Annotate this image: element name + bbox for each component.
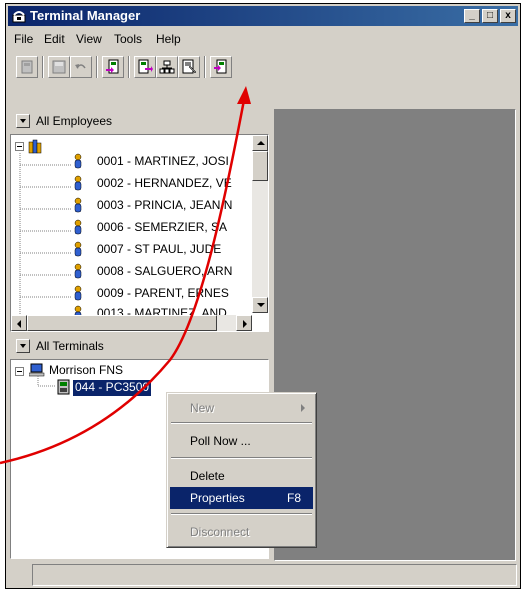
menu-properties-label: Properties — [190, 491, 245, 505]
menu-delete-label: Delete — [190, 469, 225, 483]
terminal-tool-button[interactable] — [16, 56, 38, 78]
employee-export-icon — [106, 59, 119, 74]
scroll-up-button[interactable] — [252, 135, 268, 151]
employee-row[interactable]: 0008 - SALGUERO, ARN — [11, 263, 252, 281]
tree-lines — [37, 376, 55, 387]
menu-help[interactable]: Help — [156, 32, 181, 46]
window-title: Terminal Manager — [30, 8, 141, 23]
employee-row[interactable]: 0009 - PARENT, ERNES — [11, 285, 252, 303]
scroll-right-button[interactable] — [236, 315, 252, 331]
employee-label: 0002 - HERNANDEZ, VE — [97, 176, 232, 190]
employees-dropdown-button[interactable] — [16, 114, 30, 128]
employee-export-tool-button[interactable] — [102, 56, 124, 78]
menu-separator — [171, 457, 312, 459]
employee-tree[interactable]: 0001 - MARTINEZ, JOSI 0002 - HERNANDEZ, V… — [10, 134, 269, 332]
employee-label: 0008 - SALGUERO, ARN — [97, 264, 233, 278]
collapse-toggle[interactable] — [15, 142, 24, 151]
menu-poll-now-label: Poll Now ... — [190, 434, 251, 448]
network-icon — [159, 60, 175, 74]
person-icon — [74, 197, 82, 213]
menu-tools[interactable]: Tools — [114, 32, 142, 46]
employee-label: 0001 - MARTINEZ, JOSI — [97, 154, 229, 168]
context-menu: New Poll Now ... Delete Properties F8 Di… — [166, 392, 317, 548]
employee-label: 0009 - PARENT, ERNES — [97, 286, 229, 300]
save-tool-button[interactable] — [48, 56, 70, 78]
toolbar-separator — [96, 56, 98, 78]
computer-icon — [29, 363, 45, 377]
employee-row[interactable]: 0007 - ST PAUL, JUDE — [11, 241, 252, 259]
terminal-device-icon — [57, 379, 70, 395]
employee-row[interactable]: 0001 - MARTINEZ, JOSI — [11, 153, 252, 171]
toolbar-separator — [42, 56, 44, 78]
terminal-refresh-icon — [138, 59, 153, 74]
person-icon — [74, 263, 82, 279]
employee-label: 0003 - PRINCIA, JEAN N — [97, 198, 233, 212]
h-scroll-thumb[interactable] — [27, 315, 217, 331]
properties-icon — [182, 59, 197, 74]
menu-disconnect-label: Disconnect — [190, 525, 250, 539]
toolbar-separator — [128, 56, 130, 78]
terminal-group-label[interactable]: Morrison FNS — [49, 363, 123, 379]
undo-icon — [75, 64, 86, 69]
terminals-panel-header: All Terminals — [10, 334, 269, 358]
scroll-left-button[interactable] — [11, 315, 27, 331]
employees-panel-title: All Employees — [36, 114, 113, 128]
employee-row[interactable]: 0006 - SEMERZIER, SA — [11, 219, 252, 237]
employees-panel-header: All Employees — [10, 109, 269, 133]
scroll-thumb[interactable] — [252, 151, 268, 181]
person-icon — [74, 175, 82, 191]
toolbar-separator — [204, 56, 206, 78]
employee-label: 0006 - SEMERZIER, SA — [97, 220, 228, 234]
phone-icon — [12, 11, 26, 23]
save-icon — [52, 60, 66, 74]
menu-separator — [171, 513, 312, 515]
menu-view[interactable]: View — [76, 32, 102, 46]
menu-edit[interactable]: Edit — [44, 32, 65, 46]
undo-tool-button[interactable] — [70, 56, 92, 78]
submenu-arrow-icon — [301, 404, 305, 412]
employee-row[interactable]: 0003 - PRINCIA, JEAN N — [11, 197, 252, 215]
menu-bar: File Edit View Tools Help — [8, 28, 518, 48]
menu-file[interactable]: File — [14, 32, 33, 46]
status-bar — [32, 564, 517, 586]
close-button[interactable]: x — [500, 9, 516, 23]
menu-poll-now[interactable]: Poll Now ... — [170, 430, 313, 452]
person-icon — [74, 153, 82, 169]
minimize-button[interactable]: _ — [464, 9, 480, 23]
title-bar: Terminal Manager _ □ x — [8, 6, 518, 26]
properties-tool-button[interactable] — [178, 56, 200, 78]
network-tool-button[interactable] — [156, 56, 178, 78]
person-icon — [74, 241, 82, 257]
terminal-icon — [21, 60, 33, 74]
person-icon — [74, 219, 82, 235]
terminals-dropdown-button[interactable] — [16, 339, 30, 353]
toolbar — [8, 50, 518, 84]
employee-row[interactable]: 0002 - HERNANDEZ, VE — [11, 175, 252, 193]
menu-new-label: New — [190, 401, 215, 415]
employee-scrollbar-vertical[interactable] — [252, 135, 268, 313]
terminal-item-044[interactable]: 044 - PC3500 — [73, 380, 152, 396]
person-icon — [74, 285, 82, 301]
terminal-refresh-tool-button[interactable] — [134, 56, 156, 78]
menu-properties-shortcut: F8 — [286, 491, 301, 505]
poll-icon — [214, 59, 227, 74]
menu-disconnect: Disconnect — [170, 521, 313, 543]
menu-properties[interactable]: Properties F8 — [170, 487, 313, 509]
collapse-toggle[interactable] — [15, 367, 24, 376]
employees-group-icon — [28, 139, 42, 154]
menu-separator — [171, 422, 312, 424]
maximize-button[interactable]: □ — [482, 9, 498, 23]
menu-new: New — [170, 397, 313, 419]
employee-scrollbar-horizontal[interactable] — [11, 315, 252, 331]
menu-delete[interactable]: Delete — [170, 465, 313, 487]
terminals-panel-title: All Terminals — [36, 339, 104, 353]
employee-label: 0007 - ST PAUL, JUDE — [97, 242, 222, 256]
poll-tool-button[interactable] — [210, 56, 232, 78]
scroll-down-button[interactable] — [252, 297, 268, 313]
